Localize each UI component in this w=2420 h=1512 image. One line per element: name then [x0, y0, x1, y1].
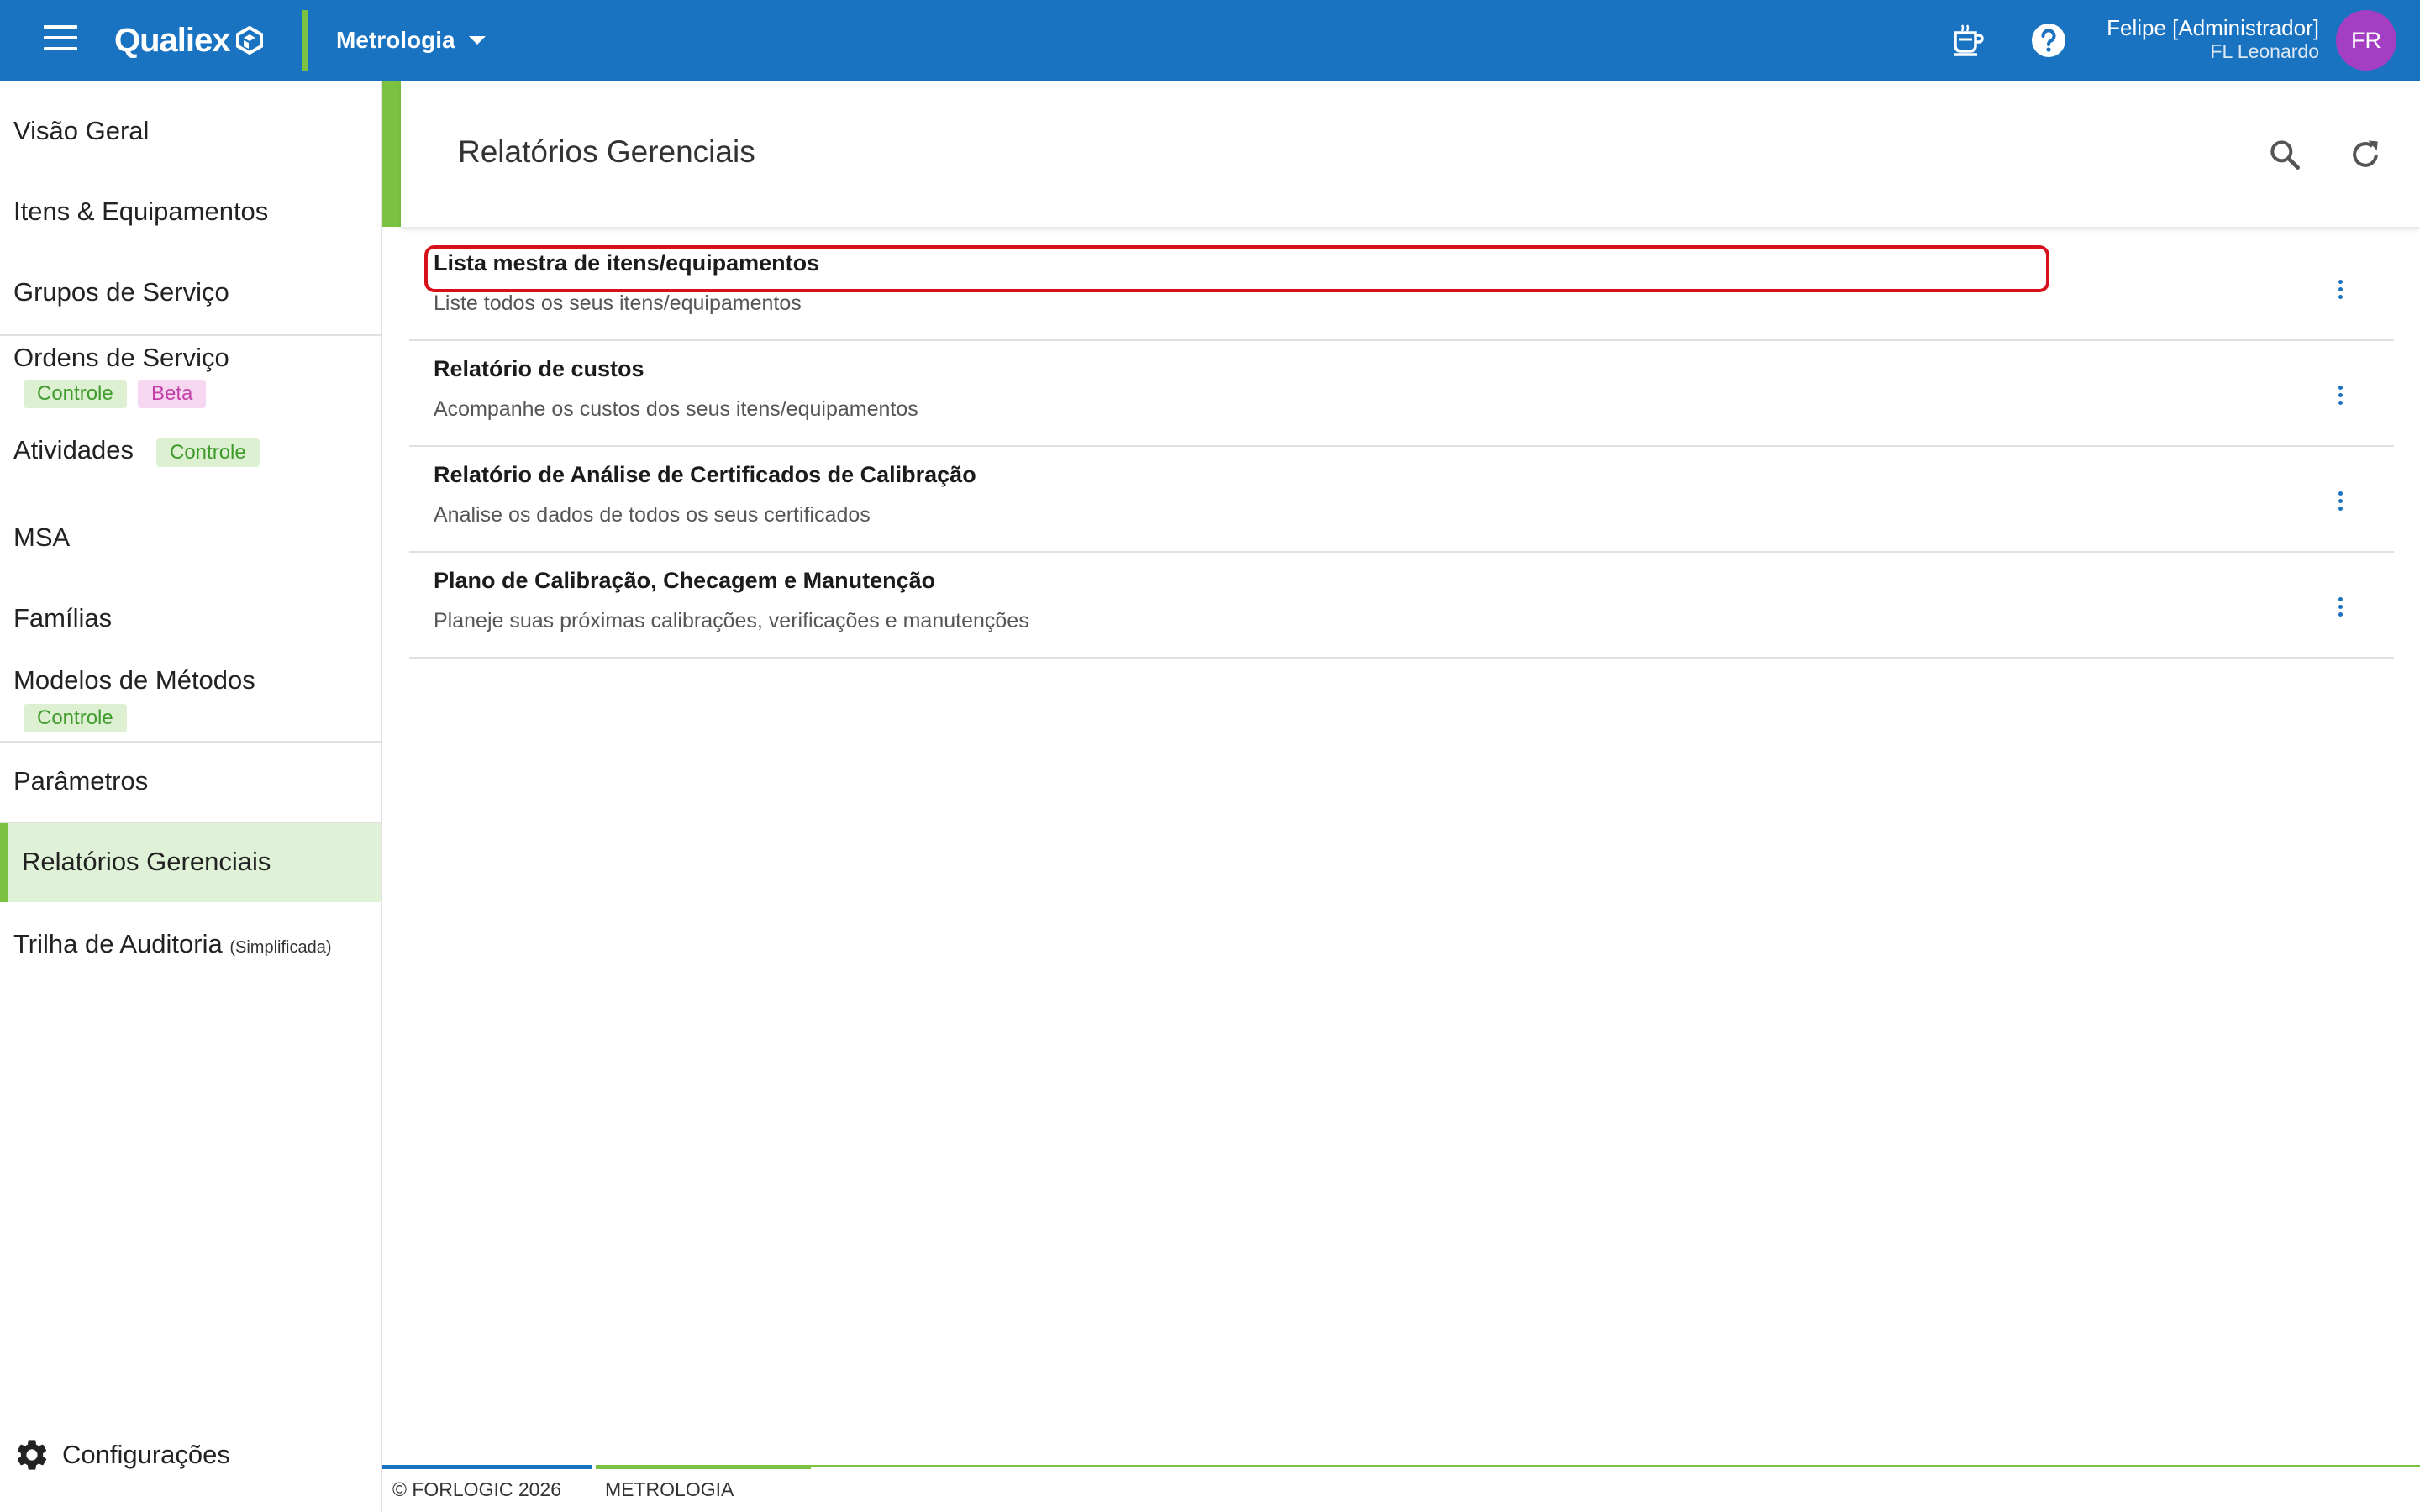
sidebar-item-label: Ordens de Serviço: [13, 343, 229, 372]
sidebar-item-atividades[interactable]: Atividades Controle: [0, 433, 381, 470]
search-icon: [2270, 140, 2300, 170]
controle-badge: Controle: [24, 380, 127, 408]
sidebar-item-label: Grupos de Serviço: [13, 277, 229, 307]
sidebar-item-itens-equipamentos[interactable]: Itens & Equipamentos: [0, 197, 381, 230]
app-logo[interactable]: Qualiex: [114, 18, 264, 62]
more-options-icon[interactable]: [2320, 269, 2360, 309]
header-accent-strip: [382, 81, 401, 227]
logo-cube-icon: [235, 26, 263, 55]
beta-badge: Beta: [138, 380, 207, 408]
controle-badge: Controle: [24, 704, 127, 732]
chevron-down-icon: [468, 36, 486, 45]
more-options-icon[interactable]: [2320, 586, 2360, 627]
module-label: Metrologia: [336, 27, 455, 53]
refresh-icon: [2353, 140, 2378, 167]
report-description: Acompanhe os custos dos seus itens/equip…: [434, 397, 918, 421]
report-description: Liste todos os seus itens/equipamentos: [434, 291, 802, 315]
sidebar-item-label: Famílias: [13, 603, 113, 633]
more-options-icon[interactable]: [2320, 480, 2360, 521]
sidebar-item-label: Trilha de Auditoria: [13, 929, 223, 958]
footer-blue-line: [382, 1465, 592, 1469]
more-options-icon[interactable]: [2320, 375, 2360, 415]
avatar[interactable]: FR: [2336, 10, 2396, 71]
footer-module: METROLOGIA: [605, 1478, 734, 1500]
sidebar-item-visao-geral[interactable]: Visão Geral: [0, 116, 381, 150]
user-name: Felipe [Administrador]: [2107, 15, 2319, 40]
logo-divider: [302, 10, 308, 71]
sidebar-item-trilha-de-auditoria[interactable]: Trilha de Auditoria (Simplificada): [0, 927, 381, 964]
report-item-analise-certificados[interactable]: Relatório de Análise de Certificados de …: [409, 447, 2394, 553]
sidebar-item-modelos-de-metodos[interactable]: Modelos de Métodos Controle: [0, 665, 381, 732]
report-list: Lista mestra de itens/equipamentos Liste…: [409, 235, 2394, 659]
coffee-icon[interactable]: [1948, 20, 1988, 60]
report-description: Planeje suas próximas calibrações, verif…: [434, 609, 1029, 633]
settings-button[interactable]: Configurações: [13, 1436, 230, 1473]
report-title: Relatório de Análise de Certificados de …: [434, 462, 976, 487]
avatar-initials: FR: [2351, 27, 2381, 53]
page-title: Relatórios Gerenciais: [458, 134, 755, 169]
sidebar-divider: [0, 334, 381, 336]
controle-badge: Controle: [156, 438, 260, 467]
report-title: Lista mestra de itens/equipamentos: [434, 250, 820, 276]
gear-icon: [17, 1440, 47, 1470]
sidebar-item-parametros[interactable]: Parâmetros: [0, 766, 381, 800]
sidebar-item-label: Relatórios Gerenciais: [22, 847, 271, 876]
menu-icon[interactable]: [44, 25, 77, 55]
report-item-plano-calibracao[interactable]: Plano de Calibração, Checagem e Manutenç…: [409, 553, 2394, 659]
logo-text: Qualiex: [114, 21, 231, 59]
sidebar-item-label: Atividades: [13, 435, 134, 465]
sidebar-item-relatorios-gerenciais[interactable]: Relatórios Gerenciais: [0, 823, 381, 902]
user-info[interactable]: Felipe [Administrador] FL Leonardo: [2107, 15, 2319, 62]
sidebar-item-label: Parâmetros: [13, 766, 149, 795]
sidebar-item-label: Itens & Equipamentos: [13, 197, 269, 226]
module-selector[interactable]: Metrologia: [336, 24, 486, 57]
sidebar: Visão Geral Itens & Equipamentos Grupos …: [0, 81, 382, 1512]
report-title: Plano de Calibração, Checagem e Manutenç…: [434, 568, 936, 593]
sidebar-item-label: Visão Geral: [13, 116, 150, 145]
report-item-custos[interactable]: Relatório de custos Acompanhe os custos …: [409, 341, 2394, 447]
footer-copyright: © FORLOGIC 2026: [392, 1478, 562, 1500]
refresh-button[interactable]: [2342, 131, 2389, 178]
search-button[interactable]: [2261, 131, 2308, 178]
footer-accent-line: [596, 1465, 2420, 1467]
active-indicator: [0, 823, 8, 902]
footer-green-line: [596, 1465, 811, 1469]
report-title: Relatório de custos: [434, 356, 644, 381]
sidebar-item-familias[interactable]: Famílias: [0, 603, 381, 637]
user-organization: FL Leonardo: [2210, 40, 2319, 62]
top-app-bar: Qualiex Metrologia Felipe [Administrador…: [0, 0, 2420, 81]
sidebar-item-ordens-de-servico[interactable]: Ordens de Serviço Controle Beta: [0, 343, 381, 410]
report-description: Analise os dados de todos os seus certif…: [434, 503, 871, 527]
coffee-cup-icon: [1954, 24, 1984, 56]
sidebar-item-grupos-de-servico[interactable]: Grupos de Serviço: [0, 277, 381, 311]
settings-label: Configurações: [62, 1440, 230, 1469]
help-icon[interactable]: [2028, 20, 2069, 60]
footer: © FORLOGIC 2026 METROLOGIA: [382, 1465, 2420, 1512]
simplificada-note: (Simplificada): [229, 938, 332, 957]
page-header: Relatórios Gerenciais: [401, 81, 2420, 227]
sidebar-item-msa[interactable]: MSA: [0, 522, 381, 556]
report-item-lista-mestra[interactable]: Lista mestra de itens/equipamentos Liste…: [409, 235, 2394, 341]
help-circle-icon: [2032, 24, 2065, 57]
sidebar-item-label: Modelos de Métodos: [13, 665, 255, 695]
sidebar-item-label: MSA: [13, 522, 71, 552]
sidebar-divider: [0, 741, 381, 743]
